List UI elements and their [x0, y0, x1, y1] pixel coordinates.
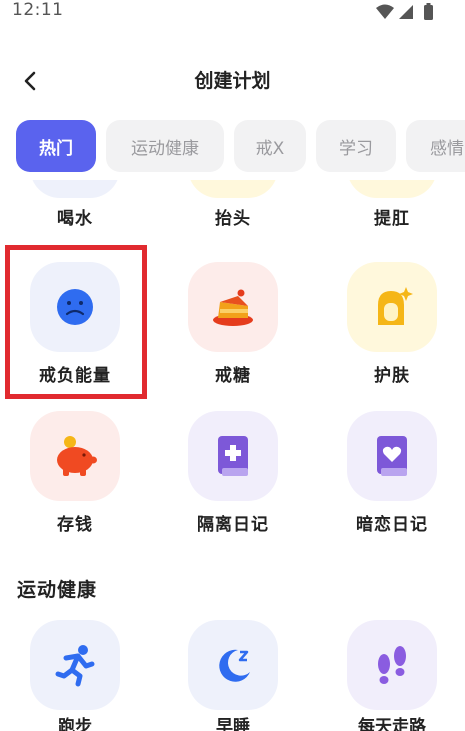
category-tabs: 热门 运动健康 戒X 学习 感情	[16, 120, 465, 174]
icon-bg	[188, 411, 278, 501]
page-title: 创建计划	[194, 70, 271, 92]
tab-study[interactable]: 学习	[316, 120, 396, 172]
tab-hot[interactable]: 热门	[16, 120, 96, 172]
item-label: 戒负能量	[39, 366, 111, 386]
item-label: 暗恋日记	[356, 515, 428, 535]
running-icon	[55, 645, 95, 687]
plan-item-save-money[interactable]: 存钱	[5, 411, 145, 535]
tab-sports-health[interactable]: 运动健康	[106, 120, 224, 172]
girl-sparkle-icon	[378, 287, 413, 325]
medical-book-icon	[218, 436, 248, 476]
icon-bg	[30, 620, 120, 710]
plan-item-running[interactable]	[5, 620, 145, 710]
plan-item-skincare[interactable]: 护肤	[322, 262, 462, 386]
piggy-bank-icon	[57, 436, 97, 476]
item-label-daily-walk: 每天走路	[358, 717, 426, 731]
water-icon-bg	[30, 180, 120, 198]
partial-row: 喝水 抬头 提肛	[0, 180, 465, 234]
plan-item-daily-walk[interactable]	[322, 620, 462, 710]
icon-bg	[347, 262, 437, 352]
item-label: 存钱	[57, 515, 93, 535]
icon-bg	[188, 620, 278, 710]
moon-sleep-icon	[219, 649, 250, 682]
item-label: 戒糖	[215, 366, 251, 386]
plan-item-early-sleep[interactable]	[163, 620, 303, 710]
plan-item-quit-negativity[interactable]: 戒负能量	[5, 262, 145, 386]
status-bar: 12:11	[0, 0, 465, 26]
sad-face-icon	[57, 289, 93, 325]
bottom-labels: 跑步 早睡 每天走路	[0, 700, 465, 731]
item-label: 隔离日记	[197, 515, 269, 535]
plan-item-isolation-diary[interactable]: 隔离日记	[163, 411, 303, 535]
item-label-water[interactable]: 喝水	[5, 204, 145, 229]
tab-emotion[interactable]: 感情	[406, 120, 465, 172]
kegel-icon-bg	[347, 180, 437, 198]
plan-item-quit-sugar[interactable]: 戒糖	[163, 262, 303, 386]
item-label-kegel[interactable]: 提肛	[322, 204, 462, 229]
footprints-icon	[378, 646, 406, 684]
item-label: 护肤	[374, 366, 410, 386]
cake-icon	[213, 289, 253, 326]
item-label-head-up[interactable]: 抬头	[163, 204, 303, 229]
icon-bg	[30, 411, 120, 501]
icon-bg	[347, 620, 437, 710]
icon-bg	[347, 411, 437, 501]
heart-book-icon	[377, 436, 407, 476]
icon-bg	[30, 262, 120, 352]
tab-quit-x[interactable]: 戒X	[234, 120, 306, 172]
item-label-early-sleep: 早睡	[216, 717, 250, 731]
icon-bg	[188, 262, 278, 352]
wifi-signal-battery-icon	[376, 3, 433, 20]
plan-item-crush-diary[interactable]: 暗恋日记	[322, 411, 462, 535]
item-label-running: 跑步	[58, 717, 92, 731]
status-time: 12:11	[12, 0, 64, 20]
section-title: 运动健康	[17, 579, 98, 601]
head-up-icon-bg	[188, 180, 278, 198]
screen: 12:11 创建计划 热门 运动健康 戒X 学习 感情 喝水 抬头 提肛 戒负能…	[0, 0, 465, 731]
status-icons	[375, 3, 437, 21]
